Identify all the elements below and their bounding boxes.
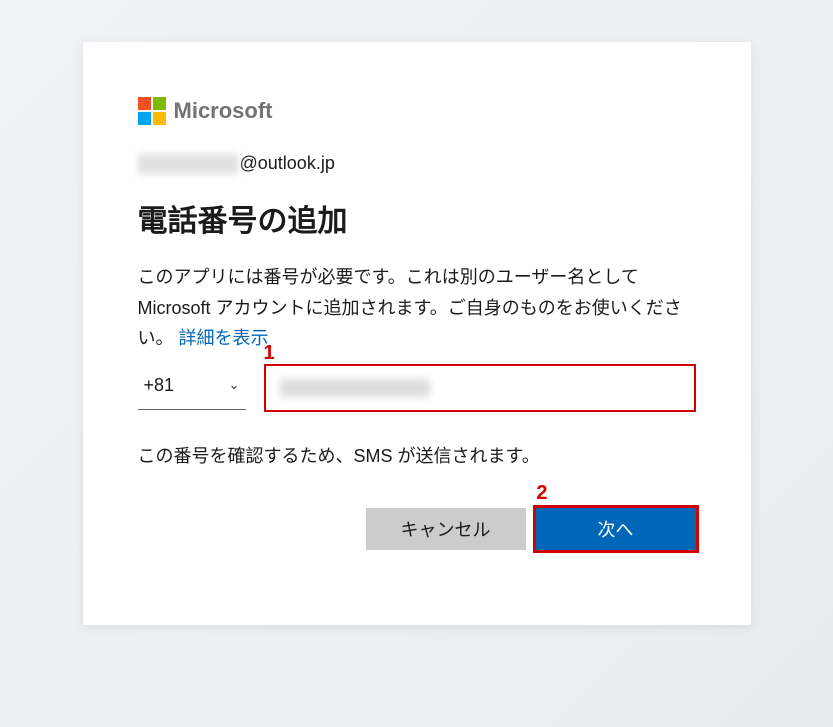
brand-row: Microsoft [138,97,696,125]
next-button[interactable]: 次へ [536,508,696,550]
brand-name: Microsoft [174,98,273,124]
redacted-phone [280,379,430,397]
phone-input-row: +81 ⌄ [138,364,696,412]
phone-number-input[interactable] [264,364,696,412]
page-title: 電話番号の追加 [138,196,696,240]
description-text: このアプリには番号が必要です。これは別のユーザー名として Microsoft ア… [138,262,696,354]
country-code-value: +81 [144,375,175,396]
account-email: @outlook.jp [138,153,696,174]
button-row: 2 キャンセル 次へ [138,508,696,550]
country-code-select[interactable]: +81 ⌄ [138,366,246,410]
cancel-button[interactable]: キャンセル [366,508,526,550]
sms-note: この番号を確認するため、SMS が送信されます。 [138,442,696,468]
email-domain: @outlook.jp [240,153,335,174]
dialog-add-phone: Microsoft @outlook.jp 電話番号の追加 このアプリには番号が… [83,42,751,625]
redacted-username [138,154,238,174]
microsoft-logo-icon [138,97,166,125]
chevron-down-icon: ⌄ [229,377,240,393]
callout-2: 2 [536,482,547,505]
callout-1: 1 [264,342,275,365]
details-link[interactable]: 詳細を表示 [179,328,269,348]
phone-inputs: 1 +81 ⌄ [138,364,696,412]
